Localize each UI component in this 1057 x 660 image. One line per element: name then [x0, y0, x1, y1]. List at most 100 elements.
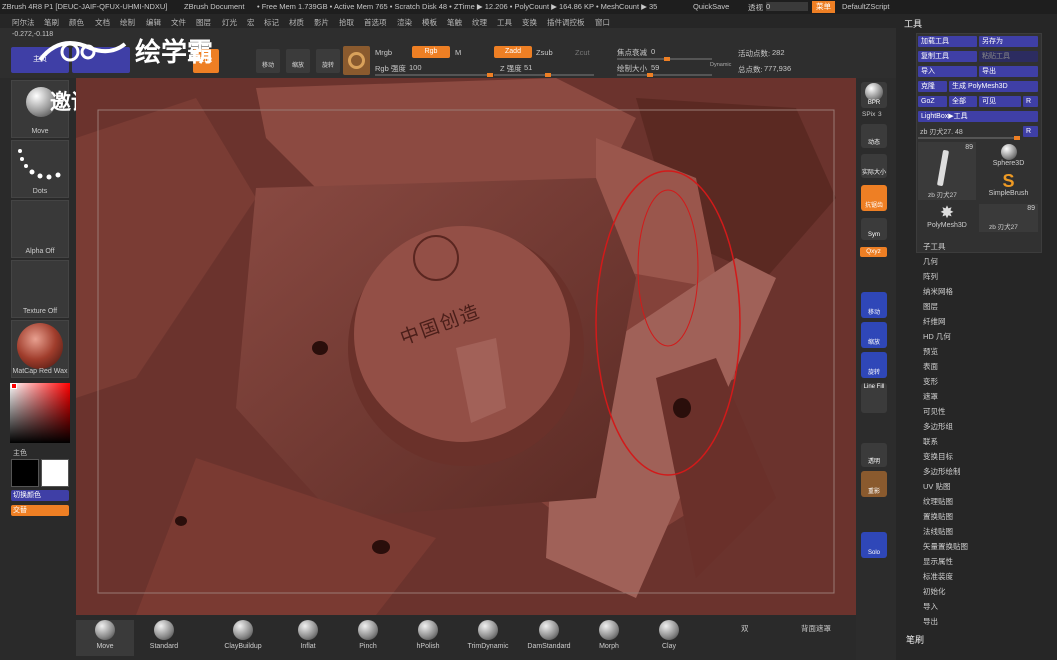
- brush-palette-title[interactable]: 笔刷: [906, 633, 924, 646]
- menu-item[interactable]: 笔刷: [44, 17, 59, 28]
- simplebrush-thumb[interactable]: S SimpleBrush: [979, 172, 1038, 200]
- subpalette-item[interactable]: 显示属性: [923, 556, 953, 567]
- m-toggle[interactable]: M: [455, 48, 461, 57]
- xyz-button[interactable]: Qxyz: [860, 247, 887, 257]
- menu-item[interactable]: 拾取: [339, 17, 354, 28]
- menu-item[interactable]: 模板: [422, 17, 437, 28]
- menu-item[interactable]: 文档: [95, 17, 110, 28]
- subpalette-item[interactable]: 阵列: [923, 271, 938, 282]
- line-fill-button[interactable]: Line Fill: [861, 383, 887, 413]
- brush-morph[interactable]: Morph: [580, 620, 638, 656]
- transparency-slider[interactable]: 0: [766, 2, 808, 11]
- paste-tool-button[interactable]: 粘贴工具: [979, 51, 1038, 62]
- subpalette-item[interactable]: 多边形组: [923, 421, 953, 432]
- subpalette-item[interactable]: 变换目标: [923, 451, 953, 462]
- menu-item[interactable]: 插件调控板: [547, 17, 585, 28]
- menu-item[interactable]: 编辑: [146, 17, 161, 28]
- dual-toggle[interactable]: 双: [741, 623, 749, 634]
- brush-claybuildup[interactable]: ClayBuildup: [214, 620, 272, 656]
- brush-pinch[interactable]: Pinch: [339, 620, 397, 656]
- menu-item[interactable]: 工具: [497, 17, 512, 28]
- subpalette-item[interactable]: 标准装度: [923, 571, 953, 582]
- export-button[interactable]: 导出: [979, 66, 1038, 77]
- subpalette-item[interactable]: HD 几何: [923, 331, 951, 342]
- secondary-color-swatch[interactable]: [41, 459, 69, 487]
- menu-item[interactable]: 灯光: [222, 17, 237, 28]
- ghost-button[interactable]: 重影: [861, 471, 887, 497]
- backface-mask-toggle[interactable]: 背面遮罩: [801, 623, 831, 634]
- subpalette-item[interactable]: 置换贴图: [923, 511, 953, 522]
- bpr-button[interactable]: BPR: [861, 82, 887, 108]
- lightbox-tool-button[interactable]: LightBox▶工具: [918, 111, 1038, 122]
- zsub-toggle[interactable]: Zsub: [536, 48, 553, 57]
- subpalette-item[interactable]: 可见性: [923, 406, 946, 417]
- color-picker-handle[interactable]: [11, 383, 17, 389]
- all-button[interactable]: 全部: [949, 96, 977, 107]
- subpalette-item[interactable]: 遮罩: [923, 391, 938, 402]
- subpalette-item[interactable]: 子工具: [923, 241, 946, 252]
- rgb-intensity-value[interactable]: 100: [409, 63, 422, 72]
- copy-tool-button[interactable]: 复制工具: [918, 51, 977, 62]
- rgb-toggle[interactable]: Rgb: [412, 46, 450, 58]
- tool-r-button[interactable]: R: [1023, 126, 1038, 137]
- switch-color-button[interactable]: 切换颜色: [11, 490, 69, 501]
- tool-thumb-2[interactable]: 89 zb 刃犬27: [979, 204, 1038, 232]
- symmetry-button[interactable]: Sym: [861, 218, 887, 240]
- menu-item[interactable]: 影片: [314, 17, 329, 28]
- menu-button[interactable]: 菜单: [812, 1, 835, 13]
- mrgb-toggle[interactable]: Mrgb: [375, 48, 392, 57]
- zcut-toggle[interactable]: Zcut: [575, 48, 590, 57]
- subpalette-item[interactable]: UV 贴图: [923, 481, 951, 492]
- goz-button[interactable]: GoZ: [918, 96, 947, 107]
- menu-item[interactable]: 纹理: [472, 17, 487, 28]
- alpha-select-tile[interactable]: Alpha Off: [11, 200, 69, 258]
- brush-inflat[interactable]: Inflat: [279, 620, 337, 656]
- menu-item[interactable]: 首选项: [364, 17, 387, 28]
- scale-mode-button[interactable]: 缩放: [286, 49, 310, 73]
- load-tool-button[interactable]: 加载工具: [918, 36, 977, 47]
- brush-thumbnail[interactable]: [343, 46, 370, 75]
- canvas-viewport[interactable]: 中国创造: [76, 78, 856, 615]
- sphere3d-thumb[interactable]: Sphere3D: [979, 142, 1038, 170]
- focal-shift-value[interactable]: 0: [651, 47, 655, 56]
- dynamic-toggle[interactable]: Dynamic: [710, 62, 731, 68]
- rgb-intensity-slider[interactable]: [375, 73, 493, 77]
- scale-view-button[interactable]: 缩放: [861, 322, 887, 348]
- menu-item[interactable]: 颜色: [69, 17, 84, 28]
- stroke-select-tile[interactable]: Dots: [11, 140, 69, 198]
- subpalette-item[interactable]: 导出: [923, 616, 938, 627]
- dynamic-button[interactable]: 动态: [861, 124, 887, 148]
- menu-item[interactable]: 宏: [247, 17, 255, 28]
- brush-move[interactable]: Move: [76, 620, 134, 656]
- save-as-button[interactable]: 另存为: [979, 36, 1038, 47]
- menu-item[interactable]: 阿尔法: [12, 17, 35, 28]
- draw-size-value[interactable]: 59: [651, 63, 659, 72]
- actual-size-button[interactable]: 实际大小: [861, 154, 887, 178]
- subpalette-item[interactable]: 初始化: [923, 586, 946, 597]
- subpalette-item[interactable]: 纤维网: [923, 316, 946, 327]
- visible-button[interactable]: 可见: [979, 96, 1021, 107]
- subpalette-item[interactable]: 变形: [923, 376, 938, 387]
- brush-standard[interactable]: Standard: [135, 620, 193, 656]
- menu-item[interactable]: 文件: [171, 17, 186, 28]
- menu-item[interactable]: 渲染: [397, 17, 412, 28]
- rotate-view-button[interactable]: 旋转: [861, 352, 887, 378]
- alternate-button[interactable]: 交替: [11, 505, 69, 516]
- subpalette-item[interactable]: 几何: [923, 256, 938, 267]
- import-button[interactable]: 导入: [918, 66, 977, 77]
- polymesh3d-thumb[interactable]: ✸ PolyMesh3D: [918, 204, 976, 232]
- texture-select-tile[interactable]: Texture Off: [11, 260, 69, 318]
- menu-item[interactable]: 变换: [522, 17, 537, 28]
- subpalette-item[interactable]: 表面: [923, 361, 938, 372]
- color-picker[interactable]: [10, 383, 70, 443]
- subpalette-item[interactable]: 纳米网格: [923, 286, 953, 297]
- zadd-toggle[interactable]: Zadd: [494, 46, 532, 58]
- tool-slider[interactable]: [918, 136, 1020, 140]
- material-select-tile[interactable]: MatCap Red Wax: [11, 320, 69, 378]
- draw-size-slider[interactable]: [617, 73, 712, 77]
- subpalette-item[interactable]: 预览: [923, 346, 938, 357]
- subpalette-item[interactable]: 法线贴图: [923, 526, 953, 537]
- transparency-button[interactable]: 透明: [861, 443, 887, 467]
- menu-item[interactable]: 材质: [289, 17, 304, 28]
- subpalette-item[interactable]: 导入: [923, 601, 938, 612]
